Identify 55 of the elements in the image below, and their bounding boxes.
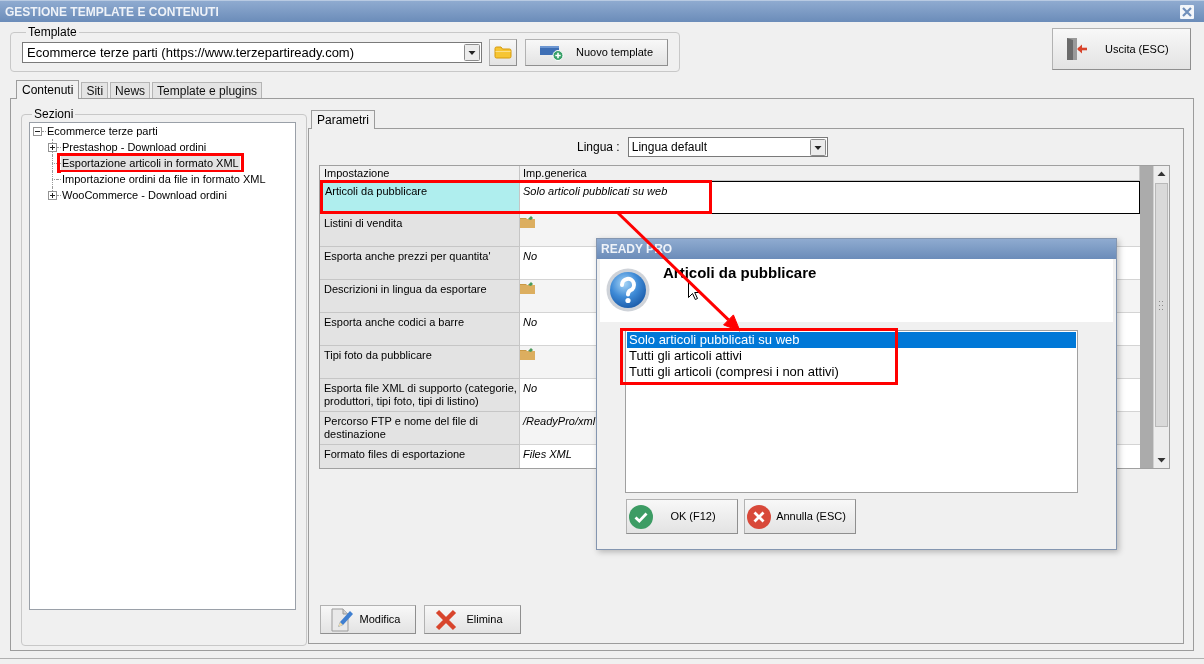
edit-button[interactable]: Modifica: [320, 605, 416, 634]
tab[interactable]: Template e plugins: [152, 82, 263, 98]
folder-icon: [520, 348, 535, 360]
panel-plus-icon: [540, 44, 564, 61]
new-template-button[interactable]: Nuovo template: [525, 39, 668, 66]
setting-cell: Percorso FTP e nome del file di destinazione: [320, 412, 520, 445]
window-title: GESTIONE TEMPLATE E CONTENUTI: [5, 5, 219, 18]
group-title: Template: [27, 25, 78, 39]
tree-item[interactable]: Prestashop - Download ordini: [61, 140, 208, 154]
folder-icon: [520, 216, 535, 228]
setting-cell: Esporta anche prezzi per quantita': [320, 247, 520, 280]
tab[interactable]: Parametri: [311, 110, 375, 129]
list-option[interactable]: Tutti gli articoli (compresi i non attivi): [627, 364, 1076, 380]
list-option[interactable]: Tutti gli articoli attivi: [627, 348, 1076, 364]
close-icon: [1182, 6, 1192, 17]
language-label: Lingua :: [577, 141, 620, 153]
group-title: Sezioni: [33, 107, 75, 121]
setting-cell: Esporta file XML di supporto (categorie, produttori, tipi foto, tipi di listino): [320, 379, 520, 412]
tree-item[interactable]: Ecommerce terze parti: [46, 124, 159, 138]
setting-cell: Tipi foto da pubblicare: [320, 346, 520, 379]
collapse-icon[interactable]: [33, 127, 42, 136]
exit-button[interactable]: Uscita (ESC): [1052, 28, 1191, 70]
check-circle-icon: [629, 504, 653, 529]
expand-icon[interactable]: [48, 143, 57, 152]
confirm-button[interactable]: OK (F12): [626, 499, 738, 534]
tab[interactable]: Siti: [81, 82, 109, 98]
column-header: Imp.generica: [520, 166, 1140, 181]
folder-icon: [520, 282, 535, 294]
template-select[interactable]: Ecommerce terze parti (https://www.terzepartiready.com): [22, 42, 482, 63]
folder-icon: [494, 46, 512, 59]
exit-door-icon: [1066, 37, 1088, 61]
setting-cell: Formato files di esportazione: [320, 445, 520, 468]
value-cell: Solo articoli pubblicati su web: [520, 181, 1140, 214]
question-icon: [606, 268, 650, 312]
close-button[interactable]: [1180, 4, 1194, 19]
folder-button[interactable]: [489, 39, 517, 66]
pencil-document-icon: [331, 607, 353, 632]
mouse-pointer-icon: [688, 281, 700, 300]
scrollbar[interactable]: [1153, 166, 1169, 468]
grip-icon: [1159, 300, 1164, 310]
setting-cell: Esporta anche codici a barre: [320, 313, 520, 346]
setting-cell: Descrizioni in lingua da esportare: [320, 280, 520, 313]
tab[interactable]: News: [110, 82, 151, 98]
list-option[interactable]: Solo articoli pubblicati su web: [627, 332, 1076, 348]
scrollbar-thumb[interactable]: [1155, 183, 1168, 427]
cancel-button[interactable]: Annulla (ESC): [744, 499, 856, 534]
tree-item[interactable]: Importazione ordini da file in formato XML: [61, 172, 267, 186]
x-mark-icon: [435, 608, 457, 631]
expand-icon[interactable]: [48, 191, 57, 200]
tree-item[interactable]: WooCommerce - Download ordini: [61, 188, 228, 202]
language-select[interactable]: Lingua default: [627, 137, 828, 157]
tab[interactable]: Contenuti: [16, 80, 80, 99]
x-circle-icon: [747, 504, 771, 529]
delete-button[interactable]: Elimina: [424, 605, 521, 634]
setting-cell: Listini di vendita: [320, 214, 520, 247]
